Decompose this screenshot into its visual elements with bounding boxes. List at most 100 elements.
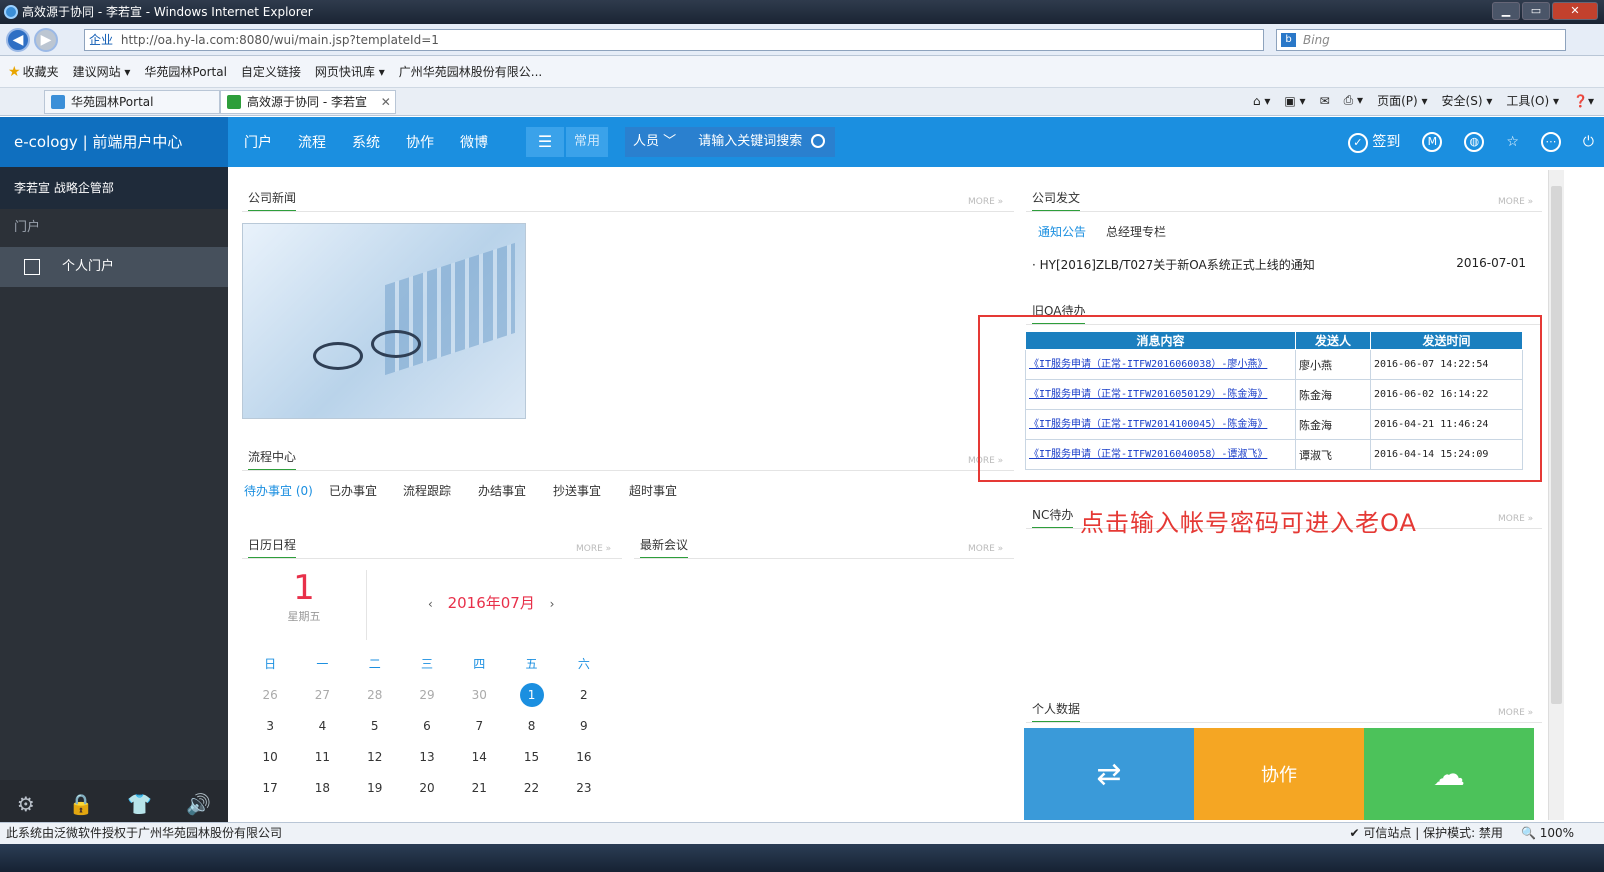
tab-gm-column[interactable]: 总经理专栏 [1106, 223, 1166, 240]
calendar-day[interactable]: 26 [244, 688, 296, 702]
search-box[interactable]: b Bing [1276, 29, 1566, 51]
search-icon[interactable] [811, 134, 825, 148]
close-window-button[interactable]: ✕ [1552, 2, 1598, 20]
m-icon[interactable]: M [1422, 132, 1443, 152]
calendar-day[interactable]: 10 [244, 750, 296, 764]
signin-button[interactable]: ✓ 签到 [1347, 131, 1400, 153]
calendar-day[interactable]: 30 [453, 688, 505, 702]
nav-collab[interactable]: 协作 [406, 132, 434, 152]
tools-menu[interactable]: 工具(O) ▾ [1506, 92, 1559, 109]
print-icon[interactable]: ⎙ ▾ [1344, 93, 1363, 108]
fav-item-suggested[interactable]: 建议网站 ▾ [73, 63, 131, 80]
zoom-level[interactable]: 🔍 100% [1521, 823, 1574, 843]
tab-cc[interactable]: 抄送事宜 [553, 482, 601, 499]
search-scope-select[interactable]: 人员 ﹀ [633, 134, 676, 149]
page-menu[interactable]: 页面(P) ▾ [1377, 92, 1427, 109]
message-link[interactable]: 《IT服务申请（正常-ITFW2014100045）-陈金海》 [1025, 409, 1296, 440]
calendar-day[interactable]: 14 [453, 750, 505, 764]
share-tile[interactable]: ⇄ [1024, 728, 1194, 820]
news-more-link[interactable]: MORE » [968, 197, 1003, 207]
speaker-icon[interactable]: 🔊 [186, 792, 211, 816]
tab-handled[interactable]: 已办事宜 [329, 482, 377, 499]
calendar-day[interactable]: 2 [558, 688, 610, 702]
calendar-day[interactable]: 7 [453, 719, 505, 733]
message-link[interactable]: 《IT服务申请（正常-ITFW2016040058）-谭淑飞》 [1025, 439, 1296, 470]
notice-item[interactable]: · HY[2016]ZLB/T027关于新OA系统正式上线的通知 2016-07… [1032, 256, 1526, 273]
menu-icon[interactable]: ☰ [526, 127, 564, 157]
address-bar[interactable]: 企业 http://oa.hy-la.com:8080/wui/main.jsp… [84, 29, 1264, 51]
settings-icon[interactable]: ⚙ [17, 792, 35, 816]
calendar-day[interactable]: 16 [558, 750, 610, 764]
fav-item-company[interactable]: 广州华苑园林股份有限公... [399, 63, 542, 80]
lock-icon[interactable]: 🔒 [69, 792, 94, 816]
rss-icon[interactable]: ▣ ▾ [1284, 94, 1305, 108]
favorite-star-icon[interactable]: ☆ [1506, 134, 1519, 150]
calendar-day[interactable]: 17 [244, 781, 296, 795]
calendar-day-today[interactable]: 1 [505, 682, 557, 707]
page-scrollbar[interactable] [1548, 170, 1564, 820]
calendar-day[interactable]: 28 [349, 688, 401, 702]
collab-tile[interactable]: 协作 [1194, 728, 1364, 820]
favorites-button[interactable]: ★ 收藏夹 [8, 63, 59, 80]
tab-notice[interactable]: 通知公告 [1038, 223, 1086, 240]
next-month-button[interactable]: › [550, 597, 555, 611]
home-icon[interactable]: ⌂ ▾ [1253, 94, 1270, 108]
calendar-day[interactable]: 5 [349, 719, 401, 733]
search-input[interactable]: 请输入关键词搜索 [698, 134, 802, 149]
globe-icon[interactable]: ◍ [1464, 132, 1485, 152]
more-icon[interactable]: ⋯ [1540, 132, 1561, 152]
help-icon[interactable]: ❓▾ [1573, 94, 1594, 108]
scroll-thumb[interactable] [1551, 186, 1562, 704]
calendar-day[interactable]: 6 [401, 719, 453, 733]
fav-item-portal[interactable]: 华苑园林Portal [144, 63, 226, 80]
calendar-day[interactable]: 29 [401, 688, 453, 702]
calendar-day[interactable]: 21 [453, 781, 505, 795]
tab-tracking[interactable]: 流程跟踪 [403, 482, 451, 499]
mail-icon[interactable]: ✉ [1320, 94, 1330, 108]
cloud-tile[interactable]: ☁ [1364, 728, 1534, 820]
tab-overdue[interactable]: 超时事宜 [629, 482, 677, 499]
shirt-icon[interactable]: 👕 [127, 792, 152, 816]
doc-more-link[interactable]: MORE » [1498, 197, 1533, 207]
sidebar-section-portal[interactable]: 门户 [0, 209, 228, 247]
minimize-button[interactable]: ▁ [1492, 2, 1520, 20]
header-search[interactable]: 人员 ﹀ 请输入关键词搜索 [625, 127, 835, 157]
back-button[interactable]: ◀ [6, 28, 30, 52]
calendar-day[interactable]: 18 [296, 781, 348, 795]
sidebar-user[interactable]: 李若宣 战略企管部 [0, 167, 228, 209]
fav-item-web-slices[interactable]: 网页快讯库 ▾ [315, 63, 385, 80]
tab-oa[interactable]: 高效源于协同 - 李若宣 ✕ [220, 90, 396, 114]
calendar-day[interactable]: 8 [505, 719, 557, 733]
calendar-day[interactable]: 3 [244, 719, 296, 733]
fav-item-custom-links[interactable]: 自定义链接 [241, 63, 301, 80]
tab-finished[interactable]: 办结事宜 [478, 482, 526, 499]
notice-text[interactable]: · HY[2016]ZLB/T027关于新OA系统正式上线的通知 [1032, 256, 1315, 273]
close-tab-icon[interactable]: ✕ [381, 95, 391, 109]
brand[interactable]: e-cology | 前端用户中心 [0, 117, 228, 167]
calendar-day[interactable]: 13 [401, 750, 453, 764]
message-link[interactable]: 《IT服务申请（正常-ITFW2016050129）-陈金海》 [1025, 379, 1296, 410]
tab-portal[interactable]: 华苑园林Portal [44, 90, 220, 114]
calendar-day[interactable]: 23 [558, 781, 610, 795]
safety-menu[interactable]: 安全(S) ▾ [1442, 92, 1493, 109]
calendar-day[interactable]: 27 [296, 688, 348, 702]
power-icon[interactable]: ⏻ [1583, 134, 1594, 150]
personal-more-link[interactable]: MORE » [1498, 708, 1533, 718]
prev-month-button[interactable]: ‹ [428, 597, 433, 611]
calendar-day[interactable]: 9 [558, 719, 610, 733]
news-image[interactable] [242, 223, 526, 419]
calendar-day[interactable]: 12 [349, 750, 401, 764]
message-link[interactable]: 《IT服务申请（正常-ITFW2016060038）-廖小燕》 [1025, 349, 1296, 380]
nav-portal[interactable]: 门户 [244, 132, 272, 152]
calendar-day[interactable]: 19 [349, 781, 401, 795]
trusted-site-status[interactable]: ✔ 可信站点 | 保护模式: 禁用 [1350, 823, 1503, 843]
calendar-day[interactable]: 22 [505, 781, 557, 795]
calendar-day[interactable]: 20 [401, 781, 453, 795]
nav-system[interactable]: 系统 [352, 132, 380, 152]
calendar-day[interactable]: 4 [296, 719, 348, 733]
nc-more-link[interactable]: MORE » [1498, 514, 1533, 524]
nav-workflow[interactable]: 流程 [298, 132, 326, 152]
meeting-more-link[interactable]: MORE » [968, 544, 1003, 554]
maximize-button[interactable]: ▭ [1522, 2, 1550, 20]
calendar-day[interactable]: 11 [296, 750, 348, 764]
